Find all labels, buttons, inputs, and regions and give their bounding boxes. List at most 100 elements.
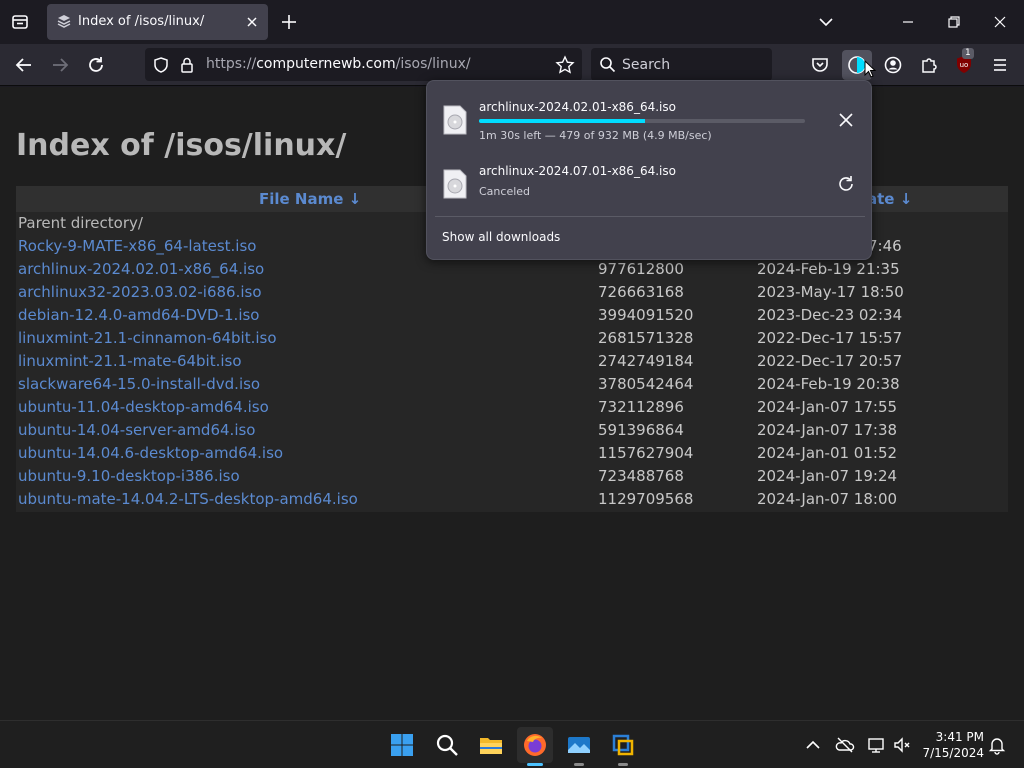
file-size: 3780542464: [598, 375, 694, 393]
file-explorer-button[interactable]: [473, 727, 509, 763]
start-button[interactable]: [384, 727, 420, 763]
file-name-link[interactable]: ubuntu-mate-14.04.2-LTS-desktop-amd64.is…: [18, 490, 358, 508]
onedrive-icon[interactable]: [835, 735, 855, 755]
file-name-link[interactable]: ubuntu-9.10-desktop-i386.iso: [18, 467, 240, 485]
back-icon[interactable]: [13, 54, 35, 76]
file-name-link[interactable]: archlinux-2024.02.01-x86_64.iso: [18, 260, 264, 278]
show-all-downloads-button[interactable]: Show all downloads: [442, 230, 560, 244]
taskbar-search-button[interactable]: [429, 727, 465, 763]
virtualbox-taskbar-button[interactable]: [605, 727, 641, 766]
extension-badge: 1: [962, 48, 974, 59]
site-favicon-icon: [57, 15, 71, 28]
file-date: 2024-Jan-07 17:38: [757, 421, 898, 439]
account-icon[interactable]: [880, 52, 906, 78]
show-hidden-icons-chevron-icon[interactable]: [803, 735, 823, 755]
windows-logo-icon: [391, 734, 413, 756]
tab-active[interactable]: Index of /isos/linux/: [47, 4, 268, 40]
download-status: Canceled: [479, 185, 531, 198]
search-icon: [436, 734, 458, 756]
download-file-name: archlinux-2024.02.01-x86_64.iso: [479, 100, 676, 114]
url-host: computernewb.com: [256, 56, 396, 72]
column-header-file-name[interactable]: File Name ↓: [259, 190, 361, 208]
download-status: 1m 30s left — 479 of 932 MB (4.9 MB/sec): [479, 129, 712, 142]
file-name-link[interactable]: linuxmint-21.1-mate-64bit.iso: [18, 352, 242, 370]
file-size: 1129709568: [598, 490, 694, 508]
list-all-tabs-icon[interactable]: [816, 12, 836, 32]
file-size: 977612800: [598, 260, 684, 278]
file-size: 732112896: [598, 398, 684, 416]
mouse-cursor-icon: [864, 60, 877, 78]
disc-image-file-icon: [443, 169, 467, 199]
tracking-protection-shield-icon[interactable]: [152, 56, 170, 74]
download-item-in-progress[interactable]: archlinux-2024.02.01-x86_64.iso 1m 30s l…: [435, 91, 865, 149]
file-name-link[interactable]: Rocky-9-MATE-x86_64-latest.iso: [18, 237, 256, 255]
virtualbox-icon: [612, 734, 634, 756]
notifications-bell-icon[interactable]: [987, 735, 1007, 755]
file-date: 7:46: [868, 237, 902, 255]
file-size: 2681571328: [598, 329, 694, 347]
parent-directory-link[interactable]: Parent directory/: [18, 214, 143, 232]
extensions-puzzle-icon[interactable]: [916, 52, 942, 78]
file-date: 2024-Jan-07 19:24: [757, 467, 898, 485]
tab-bar: Index of /isos/linux/: [0, 0, 1024, 44]
reload-icon[interactable]: [85, 54, 107, 76]
url-scheme: https://: [206, 56, 257, 72]
tab-title: Index of /isos/linux/: [78, 14, 205, 29]
file-name-link[interactable]: ubuntu-11.04-desktop-amd64.iso: [18, 398, 269, 416]
file-name-link[interactable]: ubuntu-14.04.6-desktop-amd64.iso: [18, 444, 283, 462]
menu-hamburger-icon[interactable]: [987, 52, 1013, 78]
new-tab-icon[interactable]: [279, 12, 299, 32]
downloads-panel: archlinux-2024.02.01-x86_64.iso 1m 30s l…: [426, 80, 872, 260]
file-date: 2024-Feb-19 21:35: [757, 260, 900, 278]
svg-text:uo: uo: [960, 61, 969, 69]
firefox-view-button[interactable]: [7, 9, 33, 35]
active-app-indicator: [527, 763, 543, 766]
file-name-link[interactable]: ubuntu-14.04-server-amd64.iso: [18, 421, 255, 439]
file-date: 2023-Dec-23 02:34: [757, 306, 903, 324]
download-progress-fill: [479, 119, 646, 123]
running-app-indicator: [574, 763, 584, 766]
restore-icon[interactable]: [944, 12, 964, 32]
table-row: ubuntu-11.04-desktop-amd64.iso 732112896…: [16, 396, 1008, 419]
system-clock[interactable]: 3:41 PM 7/15/2024: [914, 729, 984, 761]
close-window-icon[interactable]: [990, 12, 1010, 32]
file-date: 2024-Jan-07 18:00: [757, 490, 898, 508]
minimize-icon[interactable]: [898, 12, 918, 32]
table-row: linuxmint-21.1-mate-64bit.iso 2742749184…: [16, 350, 1008, 373]
retry-download-icon[interactable]: [835, 173, 857, 195]
search-icon: [600, 57, 616, 73]
volume-muted-icon[interactable]: [892, 735, 912, 755]
windows-taskbar: 3:41 PM 7/15/2024: [0, 720, 1024, 768]
file-size: 2742749184: [598, 352, 694, 370]
firefox-icon: [524, 734, 546, 756]
bookmark-star-icon[interactable]: [555, 55, 575, 75]
firefox-taskbar-button[interactable]: [517, 727, 553, 766]
column-header-date[interactable]: ate ↓: [867, 190, 912, 208]
cancel-download-icon[interactable]: [835, 109, 857, 131]
url-bar[interactable]: https://computernewb.com/isos/linux/: [145, 48, 582, 81]
file-name-link[interactable]: linuxmint-21.1-cinnamon-64bit.iso: [18, 329, 277, 347]
forward-icon[interactable]: [49, 54, 71, 76]
url-path: /isos/linux/: [395, 56, 471, 72]
clock-time: 3:41 PM: [935, 730, 984, 744]
disc-image-file-icon: [443, 105, 467, 135]
file-size: 1157627904: [598, 444, 694, 462]
page-title: Index of /isos/linux/: [16, 128, 347, 163]
download-item-canceled[interactable]: archlinux-2024.07.01-x86_64.iso Canceled: [435, 155, 865, 213]
file-name-link[interactable]: slackware64-15.0-install-dvd.iso: [18, 375, 260, 393]
file-date: 2022-Dec-17 15:57: [757, 329, 903, 347]
network-icon[interactable]: [867, 735, 887, 755]
photos-icon: [568, 737, 590, 753]
file-size: 3994091520: [598, 306, 694, 324]
lock-icon[interactable]: [179, 56, 195, 74]
folder-icon: [480, 738, 502, 754]
ublock-origin-button[interactable]: uo 1: [951, 48, 977, 78]
close-tab-icon[interactable]: [243, 13, 261, 31]
search-bar[interactable]: Search: [591, 48, 772, 81]
file-name-link[interactable]: debian-12.4.0-amd64-DVD-1.iso: [18, 306, 259, 324]
pocket-icon[interactable]: [807, 52, 833, 78]
photos-taskbar-button[interactable]: [561, 727, 597, 766]
file-size: 591396864: [598, 421, 684, 439]
file-date: 2024-Jan-01 01:52: [757, 444, 898, 462]
file-name-link[interactable]: archlinux32-2023.03.02-i686.iso: [18, 283, 262, 301]
